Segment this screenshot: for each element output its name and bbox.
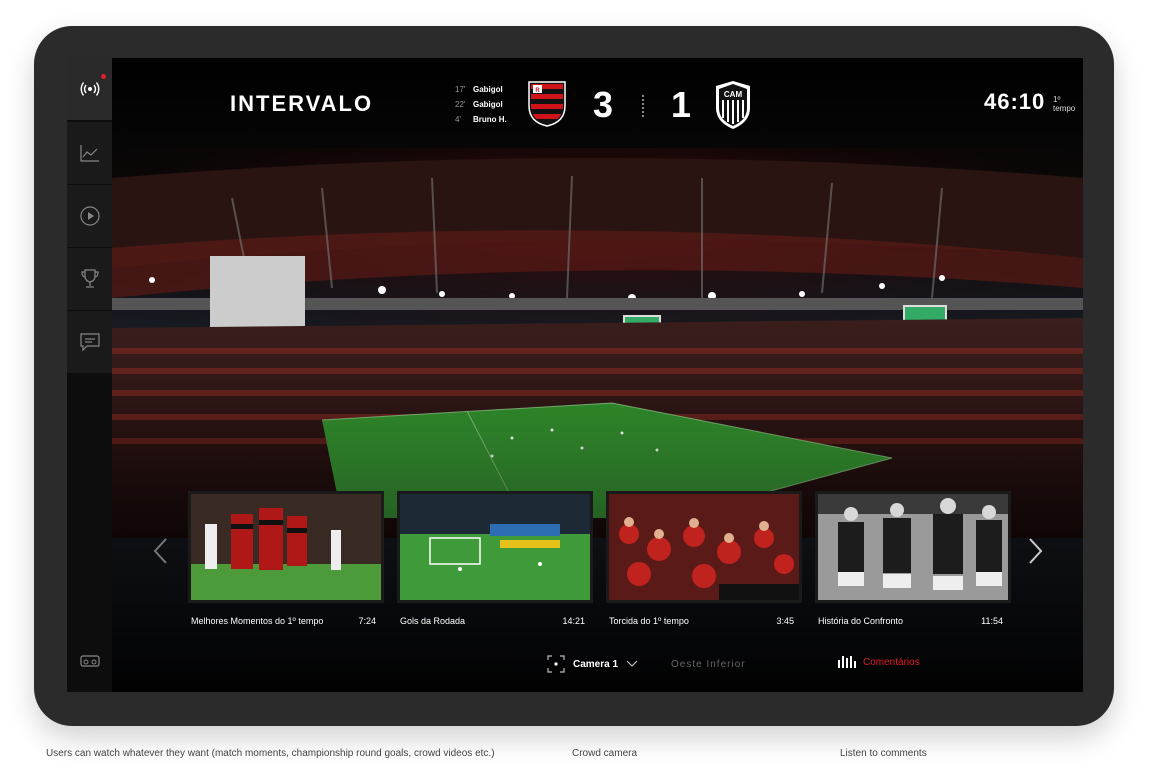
video-thumbnail[interactable] <box>606 491 802 603</box>
match-clock: 46:10 <box>984 89 1046 114</box>
sidebar-item-videos[interactable] <box>67 185 112 247</box>
live-indicator-dot <box>101 74 106 79</box>
video-duration: 11:54 <box>981 616 1003 626</box>
goal-minute: 17' <box>455 85 466 94</box>
video-thumbnail[interactable] <box>397 491 593 603</box>
video-card[interactable]: Gols da Rodada 14:21 <box>397 491 593 626</box>
video-thumbnail[interactable] <box>188 491 384 603</box>
video-card[interactable]: História do Confronto 11:54 <box>815 491 1011 626</box>
vr-headset-icon <box>79 655 100 667</box>
chat-icon <box>79 333 100 352</box>
video-duration: 14:21 <box>562 616 585 626</box>
scorer-row: 22' Gabigol <box>455 97 507 112</box>
stadium-video[interactable]: INTERVALO 17' Gabigol 22' Gabigol 4' Bru… <box>112 58 1083 692</box>
sidebar-item-vr[interactable] <box>67 654 112 676</box>
camera-area-label: Oeste Inferior <box>671 659 746 670</box>
play-icon <box>79 206 100 226</box>
carousel-prev-arrow-icon[interactable] <box>152 536 170 566</box>
scorer-name: Gabigol <box>473 100 503 109</box>
trophy-icon <box>80 269 99 288</box>
live-broadcast-icon <box>80 82 99 96</box>
comments-toggle[interactable]: Comentários <box>838 656 920 668</box>
caption-comments: Listen to comments <box>840 748 927 759</box>
video-duration: 3:45 <box>776 616 794 626</box>
away-score: 1 <box>671 84 692 125</box>
video-title: História do Confronto <box>818 616 904 626</box>
scorer-row: 17' Gabigol <box>455 82 507 97</box>
scorer-row: 4' Bruno H. <box>455 112 507 127</box>
home-score: 3 <box>593 84 614 125</box>
caption-videos: Users can watch whatever they want (matc… <box>46 748 495 759</box>
score-divider <box>642 95 644 117</box>
away-team-crest: CAM <box>716 81 750 129</box>
goal-minute: 22' <box>455 100 466 109</box>
goal-minute: 4' <box>455 115 461 124</box>
comments-label: Comentários <box>863 656 920 668</box>
video-title: Gols da Rodada <box>400 616 466 626</box>
video-thumbnail[interactable] <box>815 491 1011 603</box>
sidebar-item-live[interactable] <box>67 58 112 120</box>
history-thumbnail-image <box>818 494 1008 600</box>
scorer-name: Bruno H. <box>473 115 507 124</box>
video-title: Torcida do 1º tempo <box>609 616 689 626</box>
sidebar-item-chat[interactable] <box>67 311 112 373</box>
camera-selector[interactable]: Camera 1 <box>547 655 638 673</box>
sidebar <box>67 58 112 692</box>
sidebar-item-stats[interactable] <box>67 122 112 184</box>
app-screen: INTERVALO 17' Gabigol 22' Gabigol 4' Bru… <box>67 58 1083 692</box>
goal-scorers-list: 17' Gabigol 22' Gabigol 4' Bruno H. <box>455 82 507 127</box>
crowd-thumbnail-image <box>609 494 799 600</box>
sidebar-item-trophy[interactable] <box>67 248 112 310</box>
svg-text:R: R <box>535 88 540 94</box>
camera-frame-icon <box>547 655 565 673</box>
video-card[interactable]: Melhores Momentos do 1º tempo 7:24 <box>188 491 384 626</box>
away-crest-text: CAM <box>724 90 743 99</box>
celebration-thumbnail-image <box>191 494 381 600</box>
carousel-next-arrow-icon[interactable] <box>1026 536 1044 566</box>
chevron-down-icon <box>626 660 638 667</box>
match-status: INTERVALO <box>230 91 374 116</box>
home-team-crest: R <box>528 81 566 127</box>
goal-thumbnail-image <box>400 494 590 600</box>
audio-bars-icon <box>838 656 856 668</box>
video-card[interactable]: Torcida do 1º tempo 3:45 <box>606 491 802 626</box>
stats-chart-icon <box>79 145 99 162</box>
caption-crowd-camera: Crowd camera <box>572 748 638 759</box>
match-period: 1º tempo <box>1053 95 1076 113</box>
video-duration: 7:24 <box>358 616 376 626</box>
scorer-name: Gabigol <box>473 85 503 94</box>
video-title: Melhores Momentos do 1º tempo <box>191 616 324 626</box>
camera-label: Camera 1 <box>573 658 619 670</box>
